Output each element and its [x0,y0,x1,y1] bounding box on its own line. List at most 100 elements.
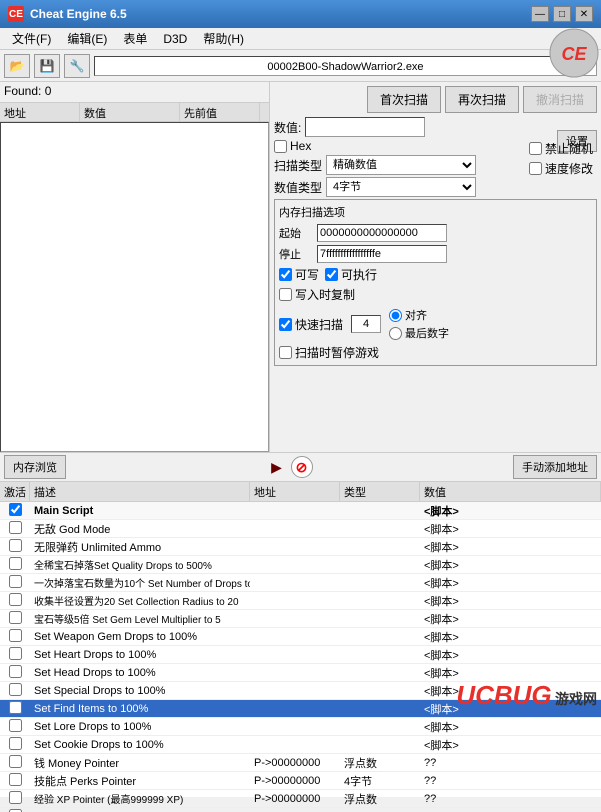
executable-label: 可执行 [325,266,377,283]
menu-help[interactable]: 帮助(H) [195,28,252,49]
table-row[interactable]: Ignore This [0,808,601,812]
ct-find-items-cell: Set Find Items to 100% [30,702,250,716]
scan-options-box: 内存扫描选项 起始 停止 可写 可执行 [274,199,597,366]
menu-table[interactable]: 表单 [115,28,155,49]
row-checkbox[interactable] [9,683,22,696]
menu-edit[interactable]: 编辑(E) [59,28,115,49]
maximize-button[interactable]: □ [553,6,571,22]
speed-modify-checkbox[interactable] [529,162,542,175]
cheat-table-body[interactable]: Main Script <脚本> 无敌 God Mode <脚本> 无限弹药 U… [0,502,601,812]
table-row[interactable]: Set Weapon Gem Drops to 100% <脚本> [0,628,601,646]
row-checkbox[interactable] [9,665,22,678]
table-row[interactable]: 无敌 God Mode <脚本> [0,520,601,538]
ct-header-type: 类型 [340,482,420,501]
table-row[interactable]: Set Cookie Drops to 100% <脚本> [0,736,601,754]
table-row[interactable]: 技能点 Perks Pointer P->00000000 4字节 ?? [0,772,601,790]
pause-game-checkbox[interactable] [279,346,292,359]
scan-type-select[interactable]: 精确数值 [326,155,476,175]
row-checkbox[interactable] [9,629,22,642]
header-address: 地址 [0,103,80,121]
address-list[interactable] [0,122,269,452]
cheat-table-section: 激活 描述 地址 类型 数值 Main Script <脚本> 无敌 God M… [0,482,601,797]
open-file-button[interactable]: 📂 [4,54,30,78]
open-process-button[interactable]: 💾 [34,54,60,78]
row-checkbox[interactable] [9,521,22,534]
table-row[interactable]: 钱 Money Pointer P->00000000 浮点数 ?? [0,754,601,772]
table-row-selected[interactable]: Set Find Items to 100% <脚本> [0,700,601,718]
memory-browse-button[interactable]: 内存浏览 [4,455,66,479]
table-row[interactable]: 经验 XP Pointer (最高999999 XP) P->00000000 … [0,790,601,808]
table-row[interactable]: Set Heart Drops to 100% <脚本> [0,646,601,664]
save-button[interactable]: 🔧 [64,54,90,78]
scan-buttons-row: 首次扫描 再次扫描 撤消扫描 [274,86,597,113]
copy-on-write-checkbox[interactable] [279,288,292,301]
last-number-radio[interactable] [389,327,402,340]
process-name[interactable]: 00002B00-ShadowWarrior2.exe [94,56,597,76]
fast-scan-checkbox[interactable] [279,318,292,331]
align-radio-label: 对齐 [389,307,449,323]
ct-desc-cell: 技能点 Perks Pointer [30,772,250,790]
fast-scan-label: 快速扫描 [279,316,343,333]
menu-file[interactable]: 文件(F) [4,28,59,49]
found-count: Found: 0 [0,82,269,102]
row-checkbox[interactable] [9,539,22,552]
ct-header-desc: 描述 [30,482,250,501]
row-checkbox[interactable] [9,755,22,768]
disable-random-checkbox[interactable] [529,142,542,155]
executable-checkbox[interactable] [325,268,338,281]
row-checkbox[interactable] [9,737,22,750]
ct-desc-cell: Set Special Drops to 100% [30,684,250,698]
table-row[interactable]: Set Special Drops to 100% <脚本> [0,682,601,700]
table-row[interactable]: Set Lore Drops to 100% <脚本> [0,718,601,736]
value-type-select[interactable]: 4字节 [326,177,476,197]
align-radio[interactable] [389,309,402,322]
row-checkbox[interactable] [9,719,22,732]
ct-money-pointer-cell: 钱 Money Pointer [30,754,250,772]
row-checkbox[interactable] [9,611,22,624]
ct-desc-cell: 无限弹药 Unlimited Ammo [30,538,250,556]
table-row[interactable]: 全稀宝石掉落Set Quality Drops to 500% <脚本> [0,556,601,574]
ct-value-cell: <脚本> [420,502,601,520]
next-scan-button[interactable]: 再次扫描 [445,86,519,113]
table-row[interactable]: 无限弹药 Unlimited Ammo <脚本> [0,538,601,556]
stop-input[interactable] [317,245,447,263]
menu-d3d[interactable]: D3D [155,30,195,48]
first-scan-button[interactable]: 首次扫描 [367,86,441,113]
ct-desc-cell: 一次掉落宝石数量为10个 Set Number of Drops to 10 [30,574,250,591]
value-row: 数值: [274,117,597,137]
row-checkbox[interactable] [9,575,22,588]
table-row[interactable]: Set Head Drops to 100% <脚本> [0,664,601,682]
value-input[interactable] [305,117,425,137]
minimize-button[interactable]: — [531,6,549,22]
fast-scan-row: 快速扫描 对齐 最后数字 [279,307,592,341]
close-button[interactable]: ✕ [575,6,593,22]
row-checkbox[interactable] [9,593,22,606]
start-input[interactable] [317,224,447,242]
no-entry-icon: ⊘ [291,456,313,478]
cancel-scan-button[interactable]: 撤消扫描 [523,86,597,113]
fast-scan-value-input[interactable] [351,315,381,333]
hex-checkbox[interactable] [274,140,287,153]
manual-add-button[interactable]: 手动添加地址 [513,455,597,479]
app-title: Cheat Engine 6.5 [30,7,531,21]
row-checkbox[interactable] [9,647,22,660]
row-checkbox[interactable] [9,701,22,714]
row-checkbox[interactable] [9,791,22,804]
table-row[interactable]: 宝石等级5倍 Set Gem Level Multiplier to 5 <脚本… [0,610,601,628]
ct-desc-cell: 收集半径设置为20 Set Collection Radius to 20 [30,592,250,609]
hex-checkbox-label: Hex [274,139,311,153]
writeable-checkbox[interactable] [279,268,292,281]
ct-address-cell [250,510,340,512]
ct-active-cell [0,502,30,520]
ct-desc-cell: Main Script [30,504,250,518]
row-checkbox[interactable] [9,809,22,812]
table-row[interactable]: 一次掉落宝石数量为10个 Set Number of Drops to 10 <… [0,574,601,592]
table-row[interactable]: 收集半径设置为20 Set Collection Radius to 20 <脚… [0,592,601,610]
row-checkbox[interactable] [9,503,22,516]
stop-label: 停止 [279,246,309,262]
table-row[interactable]: Main Script <脚本> [0,502,601,520]
row-checkbox[interactable] [9,773,22,786]
stop-row: 停止 [279,245,592,263]
value-type-label: 数值类型 [274,179,322,196]
row-checkbox[interactable] [9,557,22,570]
